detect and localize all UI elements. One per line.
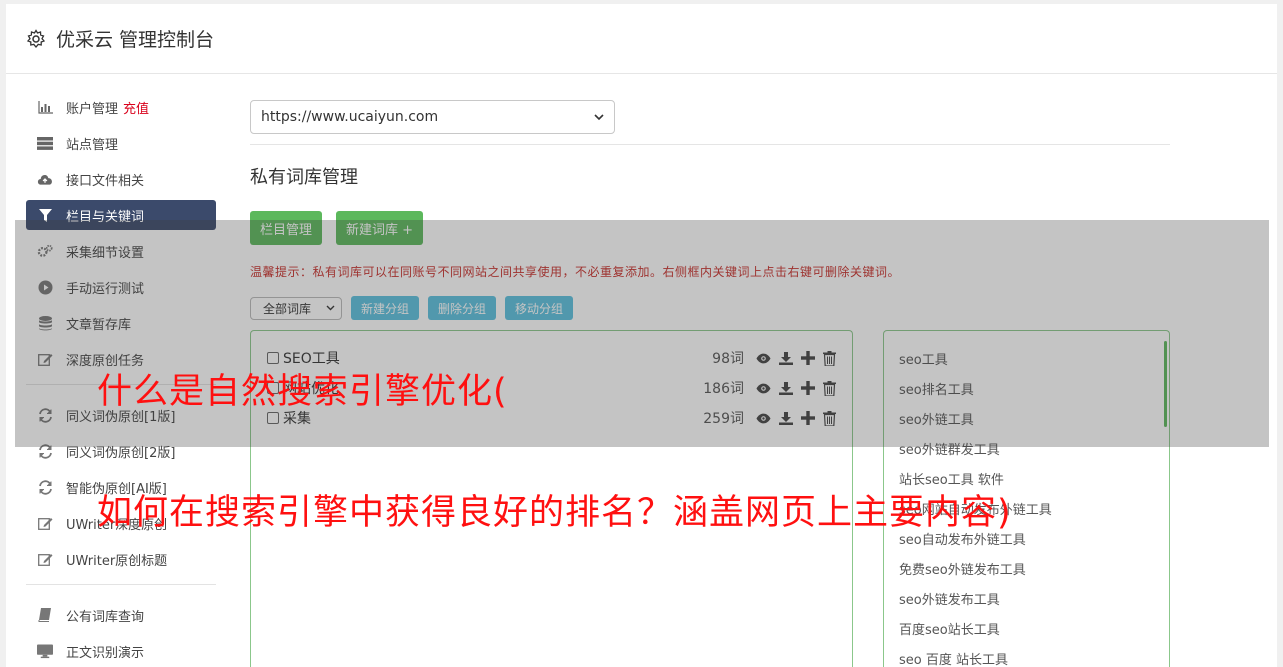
- recharge-link[interactable]: 充值: [123, 98, 149, 117]
- sidebar-item-label: UWriter原创标题: [66, 553, 168, 569]
- sidebar-item-public-lib[interactable]: 公有词库查询: [26, 600, 216, 630]
- edit-icon: [37, 551, 53, 567]
- overlay-title-line-1: 什么是自然搜索引擎优化(: [97, 372, 508, 412]
- refresh-icon: [37, 479, 53, 495]
- book-icon: [37, 607, 53, 623]
- chevron-down-icon: [594, 113, 604, 120]
- site-select-value: https://www.ucaiyun.com: [261, 109, 439, 125]
- sidebar-item-text-recognition[interactable]: 正文识别演示: [26, 636, 216, 666]
- cloud-upload-icon: [37, 171, 53, 187]
- keyword-item[interactable]: seo 百度 站长工具: [899, 643, 1154, 667]
- sidebar-item-label: 接口文件相关: [66, 173, 145, 189]
- server-icon: [37, 135, 53, 151]
- console-title: 优采云 管理控制台: [56, 29, 215, 51]
- sidebar-item-label: 公有词库查询: [66, 609, 145, 625]
- sidebar-item-label: 账户管理: [66, 101, 119, 117]
- section-title: 私有词库管理: [250, 167, 358, 188]
- monitor-icon: [37, 643, 53, 659]
- sidebar-item-label: 正文识别演示: [66, 645, 145, 661]
- sidebar-item-interface-files[interactable]: 接口文件相关: [26, 164, 216, 194]
- keyword-item[interactable]: seo外链发布工具: [899, 583, 1154, 613]
- overlay-title-line-2: 如何在搜索引擎中获得良好的排名？涵盖网页上主要内容): [97, 493, 1012, 533]
- bar-chart-icon: [37, 99, 53, 115]
- keyword-item[interactable]: 百度seo站长工具: [899, 613, 1154, 643]
- sidebar-item-account[interactable]: 账户管理 充值: [26, 92, 216, 122]
- sidebar-item-uwriter-title[interactable]: UWriter原创标题: [26, 544, 216, 574]
- site-select[interactable]: https://www.ucaiyun.com: [250, 100, 615, 134]
- divider: [250, 144, 1170, 145]
- sidebar-item-sites[interactable]: 站点管理: [26, 128, 216, 158]
- sidebar-divider: [26, 584, 216, 585]
- gear-icon: [26, 28, 46, 48]
- sidebar-item-label: 站点管理: [66, 137, 119, 153]
- edit-icon: [37, 515, 53, 531]
- top-header: 优采云 管理控制台: [6, 4, 1277, 74]
- keyword-item[interactable]: 免费seo外链发布工具: [899, 553, 1154, 583]
